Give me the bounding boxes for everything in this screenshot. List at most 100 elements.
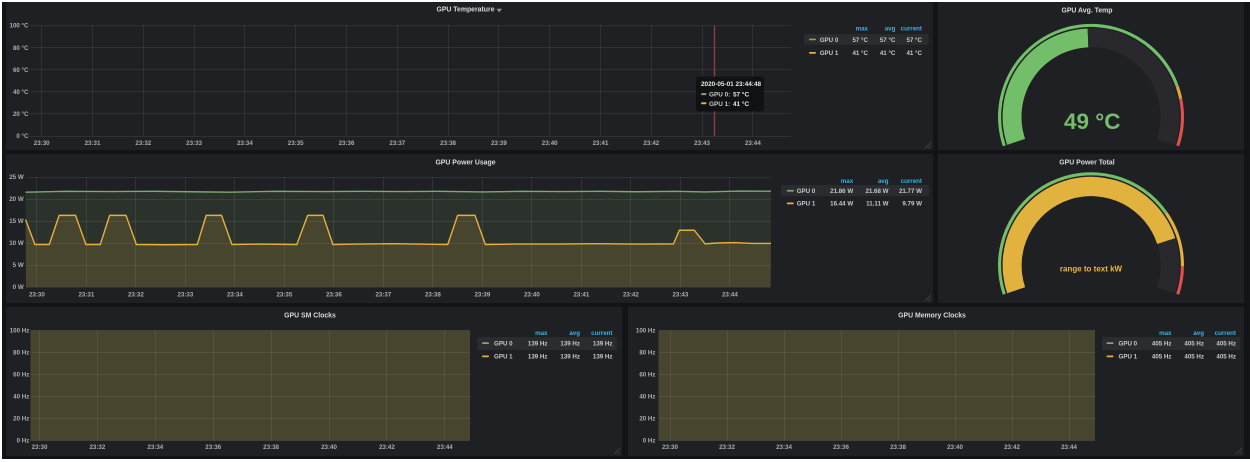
svg-text:23:40: 23:40 [947,444,963,451]
svg-text:57 °C: 57 °C [733,90,749,98]
svg-text:23:38: 23:38 [890,444,906,451]
svg-text:40 Hz: 40 Hz [639,394,655,401]
svg-text:23:32: 23:32 [128,292,144,299]
svg-text:23:33: 23:33 [177,292,193,299]
svg-text:GPU SM Clocks: GPU SM Clocks [284,313,336,320]
svg-text:23:44: 23:44 [437,444,453,451]
svg-text:max: max [841,178,854,185]
svg-text:57 °C: 57 °C [852,36,868,43]
svg-text:20 Hz: 20 Hz [13,416,29,423]
svg-text:23:36: 23:36 [833,444,849,451]
svg-text:GPU Avg. Temp: GPU Avg. Temp [1061,7,1112,14]
svg-text:GPU 1: GPU 1 [797,201,816,208]
svg-text:60 °C: 60 °C [13,66,29,73]
svg-text:23:40: 23:40 [321,444,337,451]
svg-text:23:36: 23:36 [339,140,355,147]
svg-text:current: current [1215,330,1236,337]
svg-text:23:33: 23:33 [186,140,202,147]
svg-text:57 °C: 57 °C [880,36,896,43]
svg-text:23:31: 23:31 [78,292,94,299]
svg-text:100 °C: 100 °C [10,22,30,29]
svg-text:23:42: 23:42 [623,292,639,299]
svg-text:GPU Memory Clocks: GPU Memory Clocks [898,313,966,320]
svg-text:23:34: 23:34 [227,292,243,299]
svg-text:5 W: 5 W [13,262,24,269]
svg-text:405 Hz: 405 Hz [1184,354,1204,361]
svg-text:23:40: 23:40 [524,292,540,299]
svg-text:23:43: 23:43 [672,292,688,299]
svg-text:41 °C: 41 °C [733,99,749,107]
svg-text:21.86 W: 21.86 W [830,188,853,195]
svg-text:41 °C: 41 °C [880,50,896,57]
svg-text:60 Hz: 60 Hz [639,372,655,379]
svg-text:23:34: 23:34 [237,140,253,147]
svg-text:23:41: 23:41 [593,140,609,147]
svg-text:100 Hz: 100 Hz [636,328,656,335]
svg-text:23:44: 23:44 [722,292,738,299]
svg-text:GPU Power Usage: GPU Power Usage [435,160,495,167]
svg-text:23:37: 23:37 [389,140,405,147]
svg-text:405 Hz: 405 Hz [1152,354,1172,361]
svg-text:139 Hz: 139 Hz [593,341,613,348]
svg-text:23:42: 23:42 [379,444,395,451]
svg-text:GPU 1: GPU 1 [494,354,513,361]
svg-text:avg: avg [878,178,889,185]
svg-text:0 W: 0 W [13,284,24,291]
svg-text:10 W: 10 W [9,240,24,247]
svg-text:23:39: 23:39 [474,292,490,299]
svg-text:23:30: 23:30 [32,444,48,451]
svg-text:20 Hz: 20 Hz [639,416,655,423]
svg-text:25 W: 25 W [9,174,24,181]
svg-text:range to text kW: range to text kW [1060,265,1123,274]
svg-text:23:32: 23:32 [89,444,105,451]
svg-text:20 W: 20 W [9,196,24,203]
svg-text:GPU Temperature: GPU Temperature [436,6,494,13]
svg-text:20 °C: 20 °C [13,111,29,118]
svg-text:41 °C: 41 °C [852,50,868,57]
svg-text:23:36: 23:36 [205,444,221,451]
svg-text:57 °C: 57 °C [906,36,922,43]
svg-text:405 Hz: 405 Hz [1152,341,1172,348]
svg-text:GPU 0: GPU 0 [820,36,839,43]
svg-text:avg: avg [569,330,580,337]
svg-text:23:39: 23:39 [491,140,507,147]
svg-text:23:43: 23:43 [694,140,710,147]
svg-text:2020-05-01 23:44:48: 2020-05-01 23:44:48 [701,81,761,88]
svg-text:23:32: 23:32 [135,140,151,147]
svg-text:49 °C: 49 °C [1064,108,1121,133]
svg-text:41 °C: 41 °C [906,50,922,57]
svg-text:GPU 1: GPU 1 [1119,354,1138,361]
svg-text:GPU 0: GPU 0 [797,188,816,195]
svg-text:11.11 W: 11.11 W [866,201,889,208]
svg-text:avg: avg [1193,330,1204,337]
svg-text:40 °C: 40 °C [13,89,29,96]
svg-text:avg: avg [885,25,896,32]
svg-text:23:32: 23:32 [719,444,735,451]
svg-text:23:35: 23:35 [288,140,304,147]
svg-text:21.77 W: 21.77 W [899,188,922,195]
svg-text:23:38: 23:38 [425,292,441,299]
svg-text:23:44: 23:44 [1061,444,1077,451]
svg-text:0 Hz: 0 Hz [643,438,656,445]
svg-text:current: current [591,330,612,337]
svg-text:23:37: 23:37 [375,292,391,299]
svg-text:15 W: 15 W [9,218,24,225]
svg-text:139 Hz: 139 Hz [528,354,548,361]
svg-text:GPU Power Total: GPU Power Total [1059,160,1114,167]
svg-text:23:35: 23:35 [276,292,292,299]
svg-text:80 Hz: 80 Hz [13,350,29,357]
svg-text:80 Hz: 80 Hz [639,350,655,357]
svg-text:23:38: 23:38 [263,444,279,451]
svg-text:139 Hz: 139 Hz [593,354,613,361]
svg-text:405 Hz: 405 Hz [1216,354,1236,361]
svg-text:9.79 W: 9.79 W [902,201,922,208]
svg-text:139 Hz: 139 Hz [560,341,580,348]
svg-text:80 °C: 80 °C [13,44,29,51]
svg-text:23:38: 23:38 [440,140,456,147]
svg-text:GPU 1: GPU 1 [820,50,839,57]
svg-text:23:42: 23:42 [643,140,659,147]
svg-text:139 Hz: 139 Hz [528,341,548,348]
svg-text:23:44: 23:44 [745,140,761,147]
svg-text:max: max [856,25,869,32]
svg-text:GPU 0: GPU 0 [1119,341,1138,348]
